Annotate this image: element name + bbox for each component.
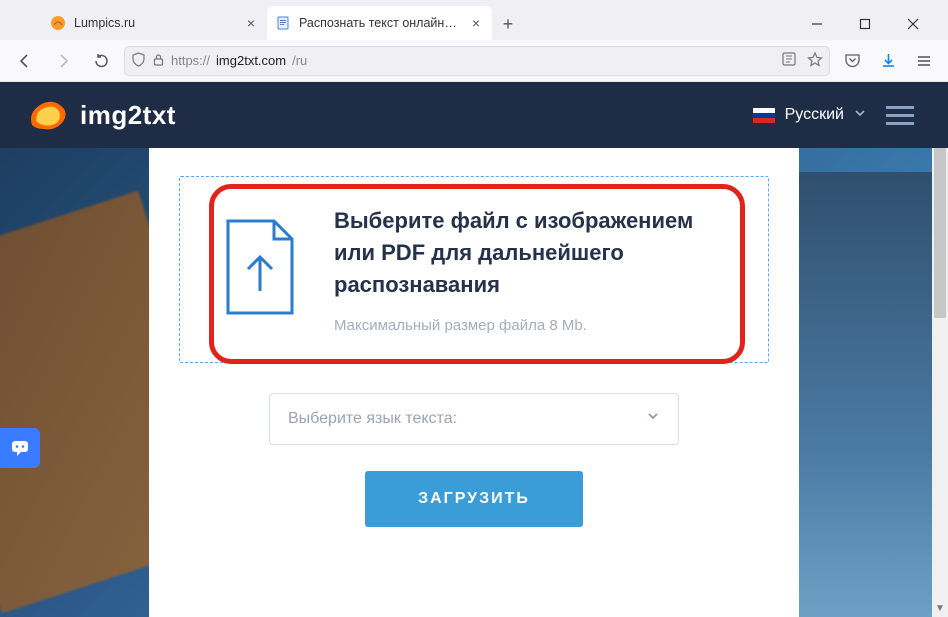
- close-window-button[interactable]: [890, 8, 936, 40]
- maximize-button[interactable]: [842, 8, 888, 40]
- browser-tab-strip: Lumpics.ru × Распознать текст онлайн с к…: [0, 0, 948, 40]
- favicon-doc: [275, 15, 291, 31]
- browser-tab-img2txt[interactable]: Распознать текст онлайн с кар ×: [267, 6, 492, 40]
- url-path: /ru: [292, 53, 307, 68]
- minimize-button[interactable]: [794, 8, 840, 40]
- vertical-scrollbar[interactable]: ▲ ▼: [932, 82, 948, 617]
- reload-button[interactable]: [86, 46, 116, 76]
- browser-tab-lumpics[interactable]: Lumpics.ru ×: [42, 6, 267, 40]
- text-language-select[interactable]: Выберите язык текста:: [269, 393, 679, 445]
- lock-icon[interactable]: [152, 53, 165, 69]
- chevron-down-icon: [646, 409, 660, 428]
- select-placeholder: Выберите язык текста:: [288, 410, 457, 428]
- app-menu-button[interactable]: [910, 47, 938, 75]
- site-header: img2txt Русский: [0, 82, 948, 148]
- upload-button-label: ЗАГРУЗИТЬ: [418, 490, 530, 508]
- flag-ru-icon: [753, 108, 775, 123]
- upload-button[interactable]: ЗАГРУЗИТЬ: [365, 471, 583, 527]
- new-tab-button[interactable]: +: [492, 8, 524, 40]
- menu-button[interactable]: [886, 106, 914, 125]
- bookmark-icon[interactable]: [807, 51, 823, 70]
- shield-icon[interactable]: [131, 52, 146, 70]
- back-button[interactable]: [10, 46, 40, 76]
- upload-file-icon: [216, 215, 304, 324]
- logo-text: img2txt: [80, 100, 176, 131]
- url-host: img2txt.com: [216, 53, 286, 68]
- downloads-icon[interactable]: [874, 47, 902, 75]
- browser-toolbar: https:// img2txt.com/ru: [0, 40, 948, 82]
- window-controls: [794, 8, 940, 40]
- file-dropzone[interactable]: Выберите файл с изображением или PDF для…: [179, 176, 769, 363]
- feedback-widget[interactable]: [0, 428, 40, 468]
- forward-button[interactable]: [48, 46, 78, 76]
- save-to-pocket-icon[interactable]: [838, 47, 866, 75]
- url-scheme: https://: [171, 53, 210, 68]
- language-selector[interactable]: Русский: [753, 106, 866, 124]
- logo-icon: [26, 95, 70, 135]
- address-bar[interactable]: https:// img2txt.com/ru: [124, 46, 830, 76]
- reader-mode-icon[interactable]: [781, 51, 797, 70]
- dropzone-subtext: Максимальный размер файла 8 Mb.: [334, 317, 732, 334]
- chat-icon: [9, 437, 31, 459]
- page-viewport: img2txt Русский: [0, 82, 948, 617]
- main-card: Выберите файл с изображением или PDF для…: [149, 148, 799, 617]
- chevron-down-icon: [854, 106, 866, 124]
- dropzone-heading: Выберите файл с изображением или PDF для…: [334, 205, 732, 301]
- language-label: Русский: [785, 106, 844, 124]
- scroll-down-arrow[interactable]: ▼: [934, 601, 946, 615]
- tab-title: Распознать текст онлайн с кар: [299, 16, 460, 30]
- tab-title: Lumpics.ru: [74, 16, 235, 30]
- close-icon[interactable]: ×: [243, 15, 259, 31]
- favicon-lumpics: [50, 15, 66, 31]
- site-logo[interactable]: img2txt: [26, 95, 176, 135]
- close-icon[interactable]: ×: [468, 15, 484, 31]
